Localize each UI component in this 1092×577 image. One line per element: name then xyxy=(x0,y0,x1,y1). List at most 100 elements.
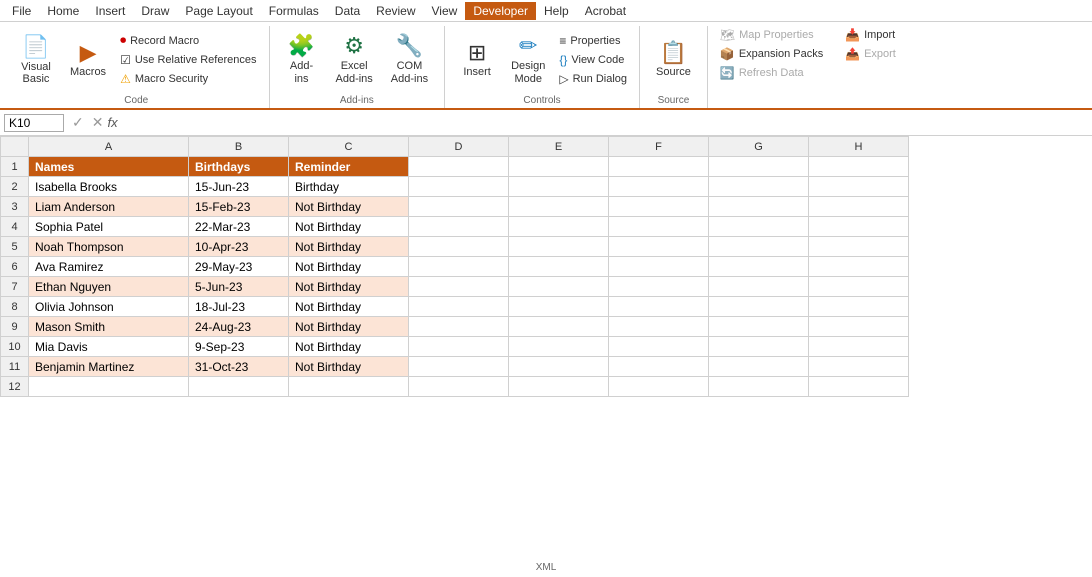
design-mode-button[interactable]: ✏ DesignMode xyxy=(503,27,553,93)
cell-row10-col4[interactable] xyxy=(409,337,509,357)
cell-row8-col2[interactable]: 18-Jul-23 xyxy=(189,297,289,317)
cell-row12-col1[interactable] xyxy=(29,377,189,397)
cell-row5-col1[interactable]: Noah Thompson xyxy=(29,237,189,257)
row-num-3[interactable]: 3 xyxy=(1,197,29,217)
macro-security-button[interactable]: ⚠ Macro Security xyxy=(116,70,260,88)
row-num-11[interactable]: 11 xyxy=(1,357,29,377)
cell-row10-col2[interactable]: 9-Sep-23 xyxy=(189,337,289,357)
cell-row6-col6[interactable] xyxy=(609,257,709,277)
cell-row9-col1[interactable]: Mason Smith xyxy=(29,317,189,337)
cell-row2-col3[interactable]: Birthday xyxy=(289,177,409,197)
map-properties-button[interactable]: 🗺 Map Properties xyxy=(716,26,841,44)
col-header-a[interactable]: A xyxy=(29,137,189,157)
col-header-e[interactable]: E xyxy=(509,137,609,157)
cell-row9-col2[interactable]: 24-Aug-23 xyxy=(189,317,289,337)
cell-row8-col6[interactable] xyxy=(609,297,709,317)
cell-row2-col1[interactable]: Isabella Brooks xyxy=(29,177,189,197)
cell-row9-col4[interactable] xyxy=(409,317,509,337)
cell-row11-col3[interactable]: Not Birthday xyxy=(289,357,409,377)
row-num-9[interactable]: 9 xyxy=(1,317,29,337)
cell-row2-col2[interactable]: 15-Jun-23 xyxy=(189,177,289,197)
cell-row8-col1[interactable]: Olivia Johnson xyxy=(29,297,189,317)
cell-row11-col6[interactable] xyxy=(609,357,709,377)
col-header-d[interactable]: D xyxy=(409,137,509,157)
cell-row8-col5[interactable] xyxy=(509,297,609,317)
source-button[interactable]: 📋 Source xyxy=(648,27,699,93)
add-ins-button[interactable]: 🧩 Add-ins xyxy=(278,27,326,93)
menu-draw[interactable]: Draw xyxy=(133,2,177,20)
cell-row5-col7[interactable] xyxy=(709,237,809,257)
cell-row4-col4[interactable] xyxy=(409,217,509,237)
cell-row3-col6[interactable] xyxy=(609,197,709,217)
cell-row4-col3[interactable]: Not Birthday xyxy=(289,217,409,237)
cell-row3-col4[interactable] xyxy=(409,197,509,217)
cell-row7-col2[interactable]: 5-Jun-23 xyxy=(189,277,289,297)
cell-row7-col3[interactable]: Not Birthday xyxy=(289,277,409,297)
cell-row10-col5[interactable] xyxy=(509,337,609,357)
cell-reference-box[interactable] xyxy=(4,114,64,132)
cell-h1[interactable] xyxy=(809,157,909,177)
cell-row4-col5[interactable] xyxy=(509,217,609,237)
row-num-7[interactable]: 7 xyxy=(1,277,29,297)
cell-row7-col4[interactable] xyxy=(409,277,509,297)
menu-home[interactable]: Home xyxy=(39,2,87,20)
cell-row9-col6[interactable] xyxy=(609,317,709,337)
cell-row11-col8[interactable] xyxy=(809,357,909,377)
cell-row12-col3[interactable] xyxy=(289,377,409,397)
cell-row2-col8[interactable] xyxy=(809,177,909,197)
insert-button[interactable]: ⊞ Insert xyxy=(453,27,501,93)
cell-row11-col5[interactable] xyxy=(509,357,609,377)
cell-row4-col1[interactable]: Sophia Patel xyxy=(29,217,189,237)
cell-row11-col1[interactable]: Benjamin Martinez xyxy=(29,357,189,377)
cell-row8-col3[interactable]: Not Birthday xyxy=(289,297,409,317)
cell-row3-col2[interactable]: 15-Feb-23 xyxy=(189,197,289,217)
cell-row5-col3[interactable]: Not Birthday xyxy=(289,237,409,257)
cell-a1[interactable]: Names xyxy=(29,157,189,177)
visual-basic-button[interactable]: 📄 VisualBasic xyxy=(12,27,60,93)
cell-row12-col5[interactable] xyxy=(509,377,609,397)
run-dialog-button[interactable]: ▷ Run Dialog xyxy=(555,70,631,88)
menu-data[interactable]: Data xyxy=(327,2,368,20)
cell-g1[interactable] xyxy=(709,157,809,177)
row-num-8[interactable]: 8 xyxy=(1,297,29,317)
cell-row6-col2[interactable]: 29-May-23 xyxy=(189,257,289,277)
row-num-2[interactable]: 2 xyxy=(1,177,29,197)
cell-row4-col2[interactable]: 22-Mar-23 xyxy=(189,217,289,237)
row-num-1[interactable]: 1 xyxy=(1,157,29,177)
col-header-g[interactable]: G xyxy=(709,137,809,157)
cell-row10-col6[interactable] xyxy=(609,337,709,357)
import-button[interactable]: 📥 Import xyxy=(841,26,900,44)
refresh-data-button[interactable]: 🔄 Refresh Data xyxy=(716,64,841,82)
cell-row7-col8[interactable] xyxy=(809,277,909,297)
cell-row9-col8[interactable] xyxy=(809,317,909,337)
cell-row9-col5[interactable] xyxy=(509,317,609,337)
cell-row12-col6[interactable] xyxy=(609,377,709,397)
cell-row6-col1[interactable]: Ava Ramirez xyxy=(29,257,189,277)
cell-row12-col7[interactable] xyxy=(709,377,809,397)
menu-review[interactable]: Review xyxy=(368,2,423,20)
cell-row8-col7[interactable] xyxy=(709,297,809,317)
cell-row11-col2[interactable]: 31-Oct-23 xyxy=(189,357,289,377)
cell-row5-col2[interactable]: 10-Apr-23 xyxy=(189,237,289,257)
row-num-5[interactable]: 5 xyxy=(1,237,29,257)
export-button[interactable]: 📤 Export xyxy=(841,45,900,63)
cell-row10-col7[interactable] xyxy=(709,337,809,357)
cell-row2-col6[interactable] xyxy=(609,177,709,197)
cell-row7-col5[interactable] xyxy=(509,277,609,297)
cell-row8-col4[interactable] xyxy=(409,297,509,317)
cell-e1[interactable] xyxy=(509,157,609,177)
menu-formulas[interactable]: Formulas xyxy=(261,2,327,20)
cell-row8-col8[interactable] xyxy=(809,297,909,317)
row-num-12[interactable]: 12 xyxy=(1,377,29,397)
cell-row2-col5[interactable] xyxy=(509,177,609,197)
properties-button[interactable]: ≡ Properties xyxy=(555,32,631,50)
cell-row10-col8[interactable] xyxy=(809,337,909,357)
row-num-4[interactable]: 4 xyxy=(1,217,29,237)
cell-row2-col4[interactable] xyxy=(409,177,509,197)
cell-row12-col8[interactable] xyxy=(809,377,909,397)
macros-button[interactable]: ▶ Macros xyxy=(62,27,114,93)
cell-row9-col7[interactable] xyxy=(709,317,809,337)
cell-row6-col8[interactable] xyxy=(809,257,909,277)
com-add-ins-button[interactable]: 🔧 COMAdd-ins xyxy=(383,27,436,93)
cell-row10-col3[interactable]: Not Birthday xyxy=(289,337,409,357)
